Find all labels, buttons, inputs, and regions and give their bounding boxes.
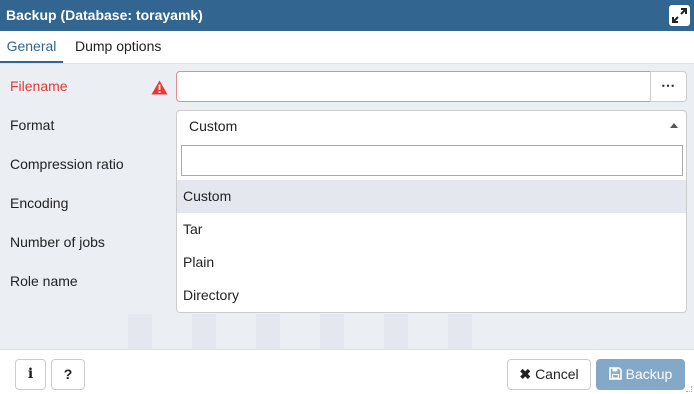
tab-dump-options[interactable]: Dump options: [75, 31, 161, 63]
background-cell: [448, 314, 472, 349]
maximize-icon: [672, 8, 687, 23]
background-cell: [128, 314, 152, 349]
maximize-button[interactable]: [669, 5, 690, 26]
dropdown-option-custom[interactable]: Custom: [177, 180, 686, 213]
cancel-label: Cancel: [535, 366, 579, 382]
resize-handle[interactable]: [686, 386, 692, 392]
dialog-titlebar[interactable]: Backup (Database: torayamk): [0, 0, 694, 31]
number-of-jobs-label: Number of jobs: [10, 234, 105, 250]
background-cell: [256, 314, 280, 349]
save-icon: [608, 367, 622, 380]
warning-icon: [151, 80, 168, 95]
browse-button[interactable]: ⋯: [650, 71, 687, 102]
close-icon: ✖: [519, 366, 532, 382]
background-cell: [320, 314, 344, 349]
dropdown-search-input[interactable]: [181, 145, 683, 176]
filename-label: Filename: [10, 78, 68, 94]
format-select[interactable]: Custom: [176, 110, 687, 141]
background-cell: [192, 314, 216, 349]
format-selected-value: Custom: [189, 118, 238, 134]
role-name-label: Role name: [10, 273, 78, 289]
format-dropdown: Custom Tar Plain Directory: [176, 140, 687, 313]
help-button[interactable]: ?: [51, 359, 85, 390]
backup-label: Backup: [625, 366, 673, 382]
dialog-footer: i ? ✖ Cancel Backup: [0, 349, 694, 394]
encoding-label: Encoding: [10, 195, 69, 211]
tab-bar: General Dump options: [0, 31, 694, 64]
compression-ratio-label: Compression ratio: [10, 156, 124, 172]
background-cell: [384, 314, 408, 349]
info-button[interactable]: i: [15, 359, 46, 390]
cancel-button[interactable]: ✖ Cancel: [507, 359, 591, 390]
dropdown-option-directory[interactable]: Directory: [177, 279, 686, 312]
dialog-title: Backup (Database: torayamk): [6, 7, 203, 23]
dropdown-option-tar[interactable]: Tar: [177, 213, 686, 246]
dropdown-option-plain[interactable]: Plain: [177, 246, 686, 279]
format-label: Format: [10, 117, 55, 133]
chevron-up-icon: [670, 123, 678, 128]
filename-input[interactable]: [176, 71, 651, 102]
backup-button[interactable]: Backup: [596, 359, 685, 390]
tab-general[interactable]: General: [0, 31, 63, 63]
